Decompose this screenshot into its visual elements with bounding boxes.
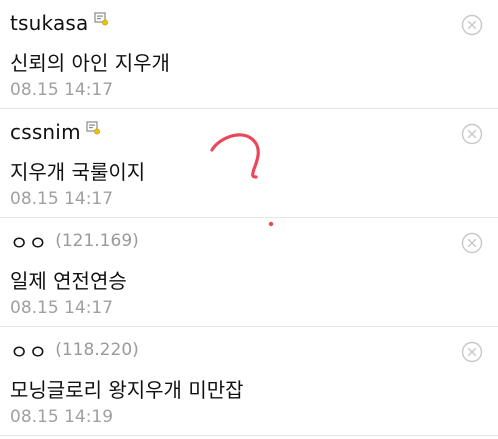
comment-ip: (118.220) <box>55 340 139 360</box>
comment-time: 08.15 14:17 <box>10 189 114 209</box>
author-row: tsukasa <box>10 8 108 38</box>
delete-icon[interactable] <box>461 341 483 363</box>
member-badge-icon <box>93 12 108 26</box>
delete-icon[interactable] <box>461 232 483 254</box>
comment-content: 모닝글로리 왕지우개 미만잡 <box>10 378 244 402</box>
comment-time: 08.15 14:17 <box>10 298 114 318</box>
author-row: ㅇㅇ (118.220) <box>10 335 139 365</box>
delete-icon[interactable] <box>461 14 483 36</box>
comment-author[interactable]: ㅇㅇ <box>10 227 47 256</box>
comment-content: 신뢰의 아인 지우개 <box>10 51 170 75</box>
comment-item: ㅇㅇ (118.220) 모닝글로리 왕지우개 미만잡 08.15 14:19 <box>0 327 498 436</box>
comment-author[interactable]: cssnim <box>10 120 81 144</box>
comment-author[interactable]: tsukasa <box>10 11 89 35</box>
comment-item: ㅇㅇ (121.169) 일제 연전연승 08.15 14:17 <box>0 218 498 327</box>
comment-content: 지우개 국룰이지 <box>10 160 146 184</box>
comment-author[interactable]: ㅇㅇ <box>10 336 47 365</box>
delete-icon[interactable] <box>461 123 483 145</box>
comment-time: 08.15 14:19 <box>10 407 114 427</box>
comment-content: 일제 연전연승 <box>10 269 127 293</box>
author-row: ㅇㅇ (121.169) <box>10 226 139 256</box>
comment-ip: (121.169) <box>55 231 139 251</box>
comment-item: cssnim 지우개 국룰이지 08.15 14:17 <box>0 109 498 218</box>
author-row: cssnim <box>10 117 100 147</box>
member-badge-icon <box>86 121 100 135</box>
comment-time: 08.15 14:17 <box>10 80 114 100</box>
comment-item: tsukasa 신뢰의 아인 지우개 08.15 14:17 <box>0 0 498 109</box>
comment-list: tsukasa 신뢰의 아인 지우개 08.15 14:17 cssnim 지우… <box>0 0 498 436</box>
